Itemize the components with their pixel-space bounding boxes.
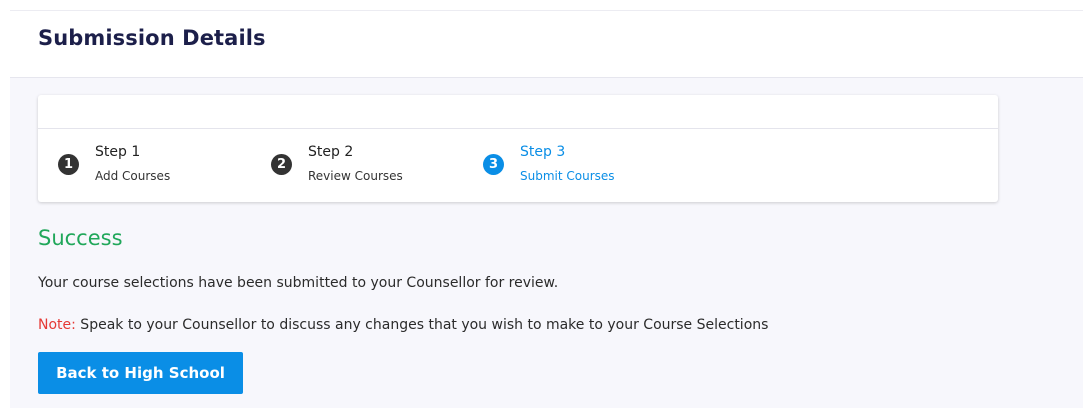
page-title: Submission Details [38,26,266,50]
step-1-title: Step 1 [95,144,141,160]
note-text: Note: Speak to your Counsellor to discus… [38,317,768,333]
stepper-card: 1 Step 1 Add Courses 2 Step 2 Review Cou… [38,95,998,202]
page-header: Submission Details [10,11,1083,78]
success-heading: Success [38,226,123,250]
step-1-subtitle: Add Courses [95,169,171,183]
note-label: Note: [38,317,76,333]
step-3-number-icon: 3 [483,154,504,175]
page: Submission Details 1 Step 1 Add Courses … [0,0,1083,408]
step-2-number-icon: 2 [271,154,292,175]
step-3-title: Step 3 [520,144,566,160]
step-2-title: Step 2 [308,144,354,160]
back-to-high-school-button[interactable]: Back to High School [38,352,243,394]
confirmation-message: Your course selections have been submitt… [38,275,559,291]
step-1-number-icon: 1 [58,154,79,175]
step-3-subtitle: Submit Courses [520,169,615,183]
main-content: 1 Step 1 Add Courses 2 Step 2 Review Cou… [10,78,1083,408]
step-2-subtitle: Review Courses [308,169,403,183]
note-body: Speak to your Counsellor to discuss any … [75,317,769,333]
card-divider [38,128,998,129]
